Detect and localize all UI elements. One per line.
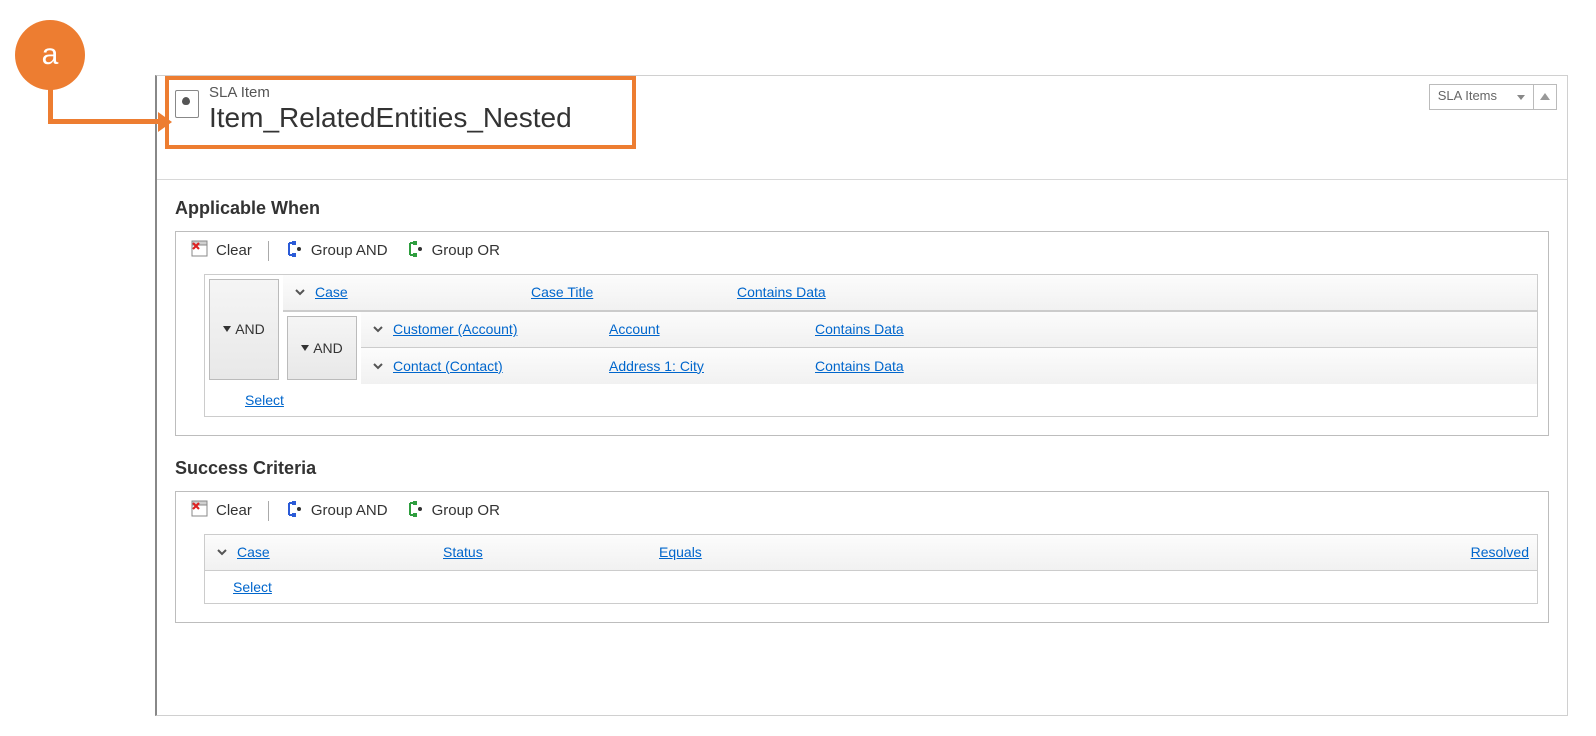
group-and-label: Group AND [311,502,388,519]
rule-row: Customer (Account) Account Contains Data [361,312,1537,348]
expand-button[interactable] [291,286,309,298]
form-header: SLA Item Item_RelatedEntities_Nested SLA… [157,76,1567,149]
rule-row: Contact (Contact) Address 1: City Contai… [361,348,1537,384]
group-and-label: Group AND [311,242,388,259]
clear-icon [190,240,210,262]
entity-link[interactable]: Customer (Account) [393,321,603,337]
group-or-label: Group OR [432,502,500,519]
record-title: Item_RelatedEntities_Nested [209,101,572,135]
select-row: Select [205,384,1537,416]
nested-group: AND Customer (Account) Account Contains … [283,311,1537,384]
group-and-icon [285,500,305,522]
select-row: Select [205,571,1537,603]
expand-button[interactable] [369,360,387,372]
group-or-button[interactable]: Group OR [400,238,506,264]
nested-operator-label: AND [313,340,343,356]
expand-button[interactable] [213,546,231,558]
section-title-success: Success Criteria [175,458,1549,479]
clear-button[interactable]: Clear [184,498,258,524]
group-and-button[interactable]: Group AND [279,238,394,264]
entity-link[interactable]: Case [237,544,437,560]
title-highlight-box: SLA Item Item_RelatedEntities_Nested [165,76,636,149]
form-panel: SLA Item Item_RelatedEntities_Nested SLA… [155,75,1568,716]
breadcrumb-up-button[interactable] [1534,85,1556,109]
group-or-icon [406,500,426,522]
select-link[interactable]: Select [245,392,284,408]
success-toolbar: Clear Group AND Group OR [176,492,1548,530]
section-title-applicable: Applicable When [175,198,1549,219]
operator-link[interactable]: Equals [659,544,1465,560]
attribute-link[interactable]: Case Title [531,284,731,300]
toolbar-separator [268,241,269,261]
applicable-when-box: Clear Group AND Group OR [175,231,1549,436]
select-link[interactable]: Select [233,579,272,595]
toolbar-separator [268,501,269,521]
callout-arrow [48,86,160,124]
entity-link[interactable]: Contact (Contact) [393,358,603,374]
applicable-rules: AND Case Case Title Contains Data [204,274,1538,417]
operator-link[interactable]: Contains Data [737,284,1529,300]
outer-and-operator[interactable]: AND [209,279,279,380]
callout-label: a [42,38,59,72]
group-or-button[interactable]: Group OR [400,498,506,524]
entity-type-label: SLA Item [209,84,572,101]
breadcrumb-dropdown[interactable]: SLA Items [1429,84,1557,110]
nested-and-operator[interactable]: AND [287,316,357,380]
value-link[interactable]: Resolved [1471,544,1529,560]
outer-operator-label: AND [235,321,265,337]
attribute-link[interactable]: Account [609,321,809,337]
applicable-toolbar: Clear Group AND Group OR [176,232,1548,270]
operator-link[interactable]: Contains Data [815,321,1529,337]
expand-button[interactable] [369,323,387,335]
rule-row: Case Status Equals Resolved [205,535,1537,571]
breadcrumb-dropdown-label[interactable]: SLA Items [1430,85,1534,109]
attribute-link[interactable]: Status [443,544,653,560]
clear-label: Clear [216,242,252,259]
callout-badge: a [15,20,85,90]
operator-link[interactable]: Contains Data [815,358,1529,374]
clear-label: Clear [216,502,252,519]
dropdown-caret-icon [301,345,309,351]
group-and-icon [285,240,305,262]
success-criteria-box: Clear Group AND Group OR [175,491,1549,623]
group-or-label: Group OR [432,242,500,259]
attribute-link[interactable]: Address 1: City [609,358,809,374]
success-rules: Case Status Equals Resolved Select [204,534,1538,604]
group-or-icon [406,240,426,262]
entity-link[interactable]: Case [315,284,525,300]
clear-button[interactable]: Clear [184,238,258,264]
rule-row: Case Case Title Contains Data [283,275,1537,311]
group-and-button[interactable]: Group AND [279,498,394,524]
record-icon [175,90,199,118]
dropdown-caret-icon [223,326,231,332]
clear-icon [190,500,210,522]
form-content: Applicable When Clear Group AND [157,179,1567,623]
